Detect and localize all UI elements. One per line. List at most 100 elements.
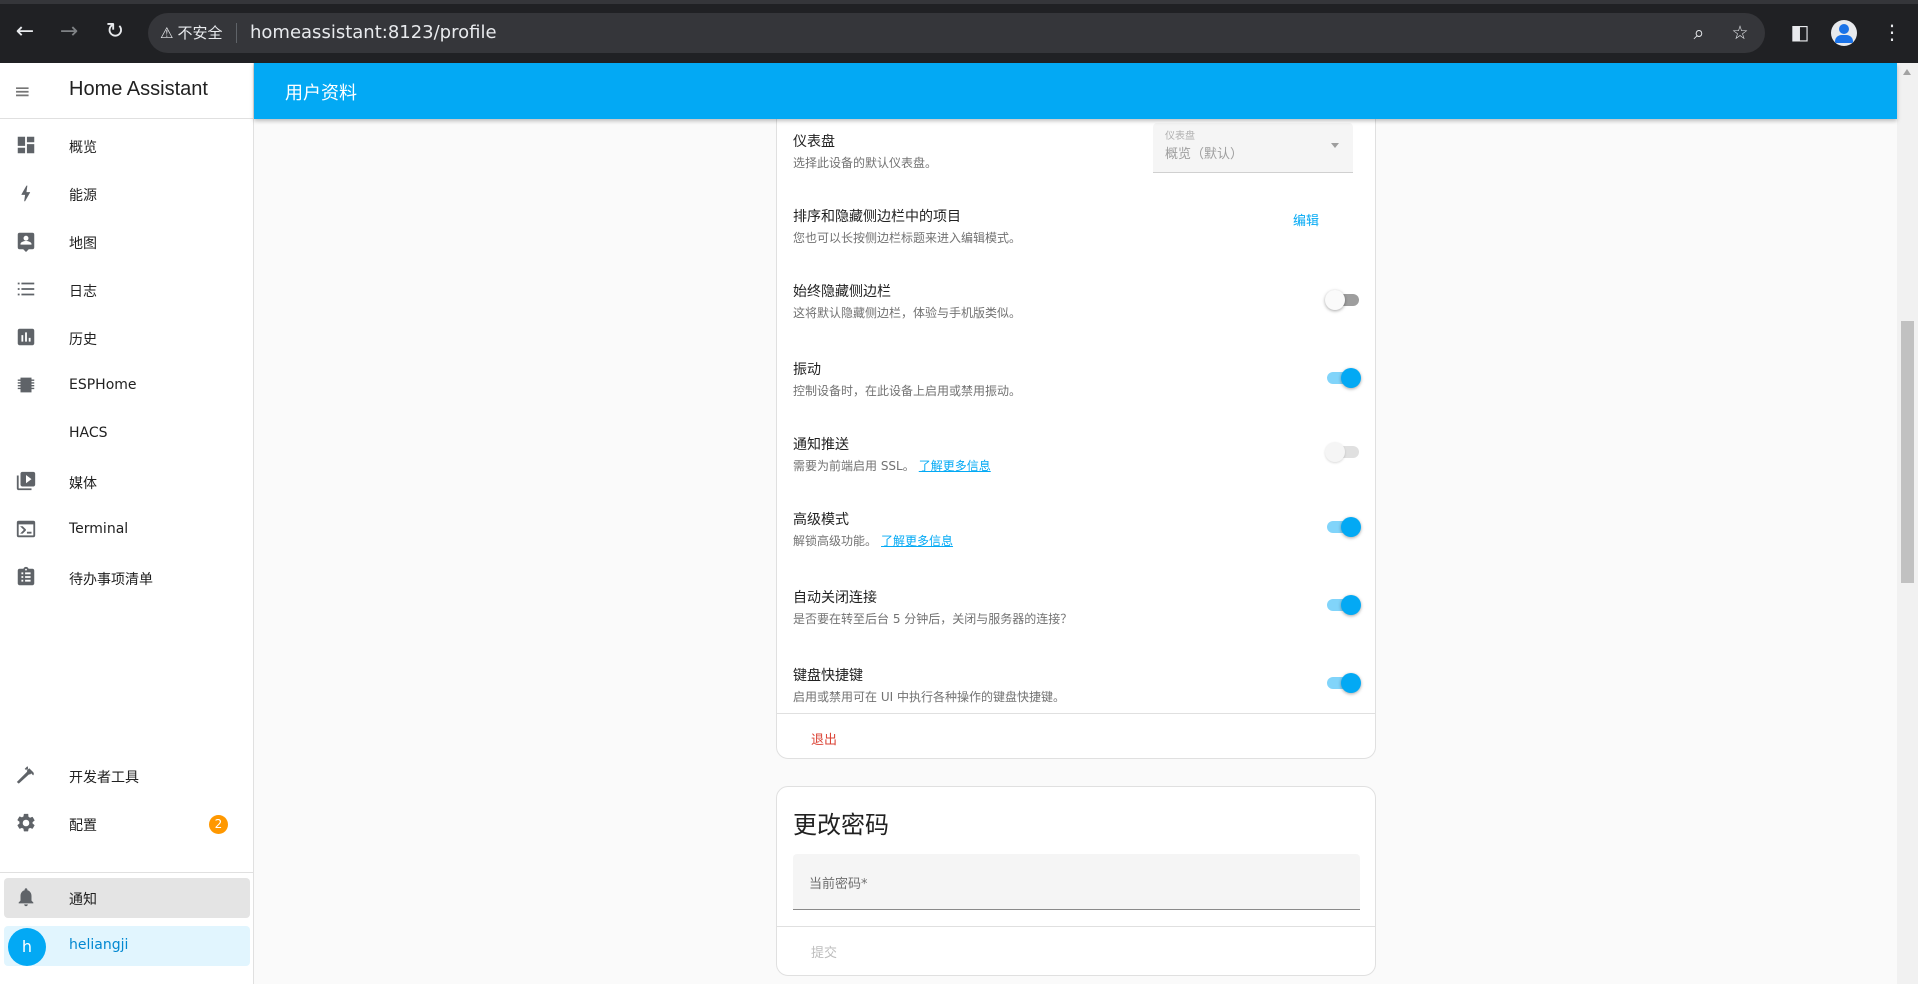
back-icon[interactable]: ← [11,18,39,46]
sidebar-item-history[interactable]: 历史 [4,318,250,358]
setting-advanced-mode: 高级模式 解锁高级功能。 了解更多信息 [793,509,1361,569]
sidebar-item-todo[interactable]: 待办事项清单 [4,558,250,598]
sidebar-item-user[interactable]: h heliangji [4,926,250,966]
sidebar-item-label: ESPHome [69,377,137,393]
clipboard-list-icon [14,566,38,590]
forward-icon[interactable]: → [55,18,83,46]
setting-desc: 控制设备时，在此设备上启用或禁用振动。 [793,384,1022,398]
zoom-icon[interactable]: ⌕ [1687,22,1711,44]
chip-icon [14,374,38,398]
sidebar-item-esphome[interactable]: ESPHome [4,366,250,406]
logout-button[interactable]: 退出 [811,729,837,748]
hammer-icon [14,764,38,788]
sidebar-item-developer-tools[interactable]: 开发者工具 [4,756,250,796]
change-password-card: 更改密码 当前密码* 提交 [776,786,1376,976]
bell-icon [14,886,38,910]
toggle-thumb [1341,595,1361,615]
auto-close-toggle[interactable] [1325,595,1361,615]
profile-settings-card: 仪表盘 选择此设备的默认仪表盘。 仪表盘 概览（默认） 排序和隐藏侧边栏中的项目… [776,119,1376,759]
url-text[interactable]: homeassistant:8123/profile [250,22,497,44]
current-password-field[interactable]: 当前密码* [793,854,1360,910]
setting-title: 高级模式 [793,512,849,528]
sidebar-header: ≡ Home Assistant [0,63,253,119]
sidebar-item-map[interactable]: 地图 [4,222,250,262]
hide-sidebar-toggle[interactable] [1325,290,1361,310]
gear-icon [14,812,38,836]
address-separator [236,23,237,43]
sidebar-item-media[interactable]: 媒体 [4,462,250,502]
field-label: 当前密码* [809,877,868,892]
sidebar-item-label: 待办事项清单 [69,572,153,588]
select-label: 仪表盘 [1165,131,1195,142]
main-content: 仪表盘 选择此设备的默认仪表盘。 仪表盘 概览（默认） 排序和隐藏侧边栏中的项目… [254,119,1897,984]
dashboard-select[interactable]: 仪表盘 概览（默认） [1153,123,1353,173]
setting-title: 自动关闭连接 [793,590,877,606]
edit-button[interactable]: 编辑 [1293,210,1319,229]
bookmark-star-icon[interactable]: ☆ [1728,22,1752,44]
page-title: 用户资料 [285,83,357,104]
advanced-mode-toggle[interactable] [1325,517,1361,537]
browser-chrome: ← → ↻ ⚠ 不安全 homeassistant:8123/profile ⌕ … [0,0,1918,63]
profile-avatar-icon[interactable] [1831,20,1857,46]
sidebar-item-label: HACS [69,425,108,441]
chevron-down-icon [1331,143,1339,148]
learn-more-link[interactable]: 了解更多信息 [881,534,953,548]
shortcuts-toggle[interactable] [1325,673,1361,693]
sidebar-item-hacs[interactable]: HACS [4,414,250,454]
sidebar-divider [0,872,253,873]
side-panel-icon[interactable]: ◧ [1787,19,1813,45]
learn-more-link[interactable]: 了解更多信息 [919,459,991,473]
sidebar-item-label: 能源 [69,188,97,204]
setting-desc: 需要为前端启用 SSL。 了解更多信息 [793,457,991,474]
sidebar-item-label: 媒体 [69,476,97,492]
sidebar-item-notifications[interactable]: 通知 [4,878,250,918]
scroll-up-arrow[interactable] [1903,69,1911,75]
list-icon [14,278,38,302]
setting-push-notifications: 通知推送 需要为前端启用 SSL。 了解更多信息 [793,434,1360,494]
sidebar-item-terminal[interactable]: Terminal [4,510,250,550]
setting-desc-text: 解锁高级功能。 [793,534,878,548]
sidebar-item-settings[interactable]: 配置 2 [4,804,250,844]
toggle-thumb [1325,290,1345,310]
toggle-thumb [1341,517,1361,537]
sidebar: ≡ Home Assistant 概览 能源 地图 日志 历史 ESPHome … [0,63,254,984]
setting-vibrate: 振动 控制设备时，在此设备上启用或禁用振动。 [793,359,1361,419]
menu-dots-icon[interactable]: ⋮ [1879,19,1905,45]
sidebar-item-label: Terminal [69,521,129,537]
setting-sidebar-order: 排序和隐藏侧边栏中的项目 您也可以长按侧边栏标题来进入编辑模式。 编辑 [793,206,1360,266]
push-toggle[interactable] [1325,442,1361,462]
scroll-thumb[interactable] [1901,321,1914,583]
sidebar-item-label: 通知 [69,892,97,908]
reload-icon[interactable]: ↻ [101,18,129,46]
sidebar-item-label: 概览 [69,140,97,156]
media-play-icon [14,470,38,494]
setting-desc: 启用或禁用可在 UI 中执行各种操作的键盘快捷键。 [793,690,1065,704]
user-name: heliangji [69,937,129,953]
setting-title: 仪表盘 [793,134,835,150]
menu-collapse-icon[interactable]: ≡ [14,79,38,103]
setting-hide-sidebar: 始终隐藏侧边栏 这将默认隐藏侧边栏，体验与手机版类似。 [793,281,1360,341]
submit-button[interactable]: 提交 [811,942,837,961]
warning-icon: ⚠ [160,24,174,42]
lightning-icon [14,182,38,206]
card-title: 更改密码 [793,811,889,839]
sidebar-item-overview[interactable]: 概览 [4,126,250,166]
security-indicator[interactable]: ⚠ 不安全 [160,23,222,43]
setting-title: 键盘快捷键 [793,668,863,684]
setting-dashboard: 仪表盘 选择此设备的默认仪表盘。 仪表盘 概览（默认） [793,123,1360,191]
setting-desc: 选择此设备的默认仪表盘。 [793,156,938,170]
sidebar-title: Home Assistant [69,78,208,100]
setting-auto-close: 自动关闭连接 是否要在转至后台 5 分钟后，关闭与服务器的连接？ [793,587,1361,647]
setting-desc: 解锁高级功能。 了解更多信息 [793,532,953,549]
setting-title: 振动 [793,362,821,378]
setting-title: 始终隐藏侧边栏 [793,284,891,300]
chart-icon [14,326,38,350]
vibrate-toggle[interactable] [1325,368,1361,388]
setting-desc-text: 需要为前端启用 SSL。 [793,459,915,473]
sidebar-item-energy[interactable]: 能源 [4,174,250,214]
address-bar[interactable]: ⚠ 不安全 homeassistant:8123/profile ⌕ ☆ [148,13,1765,53]
sidebar-item-logbook[interactable]: 日志 [4,270,250,310]
sidebar-item-label: 开发者工具 [69,770,139,786]
scrollbar[interactable] [1897,63,1918,984]
setting-desc: 是否要在转至后台 5 分钟后，关闭与服务器的连接？ [793,612,1073,626]
